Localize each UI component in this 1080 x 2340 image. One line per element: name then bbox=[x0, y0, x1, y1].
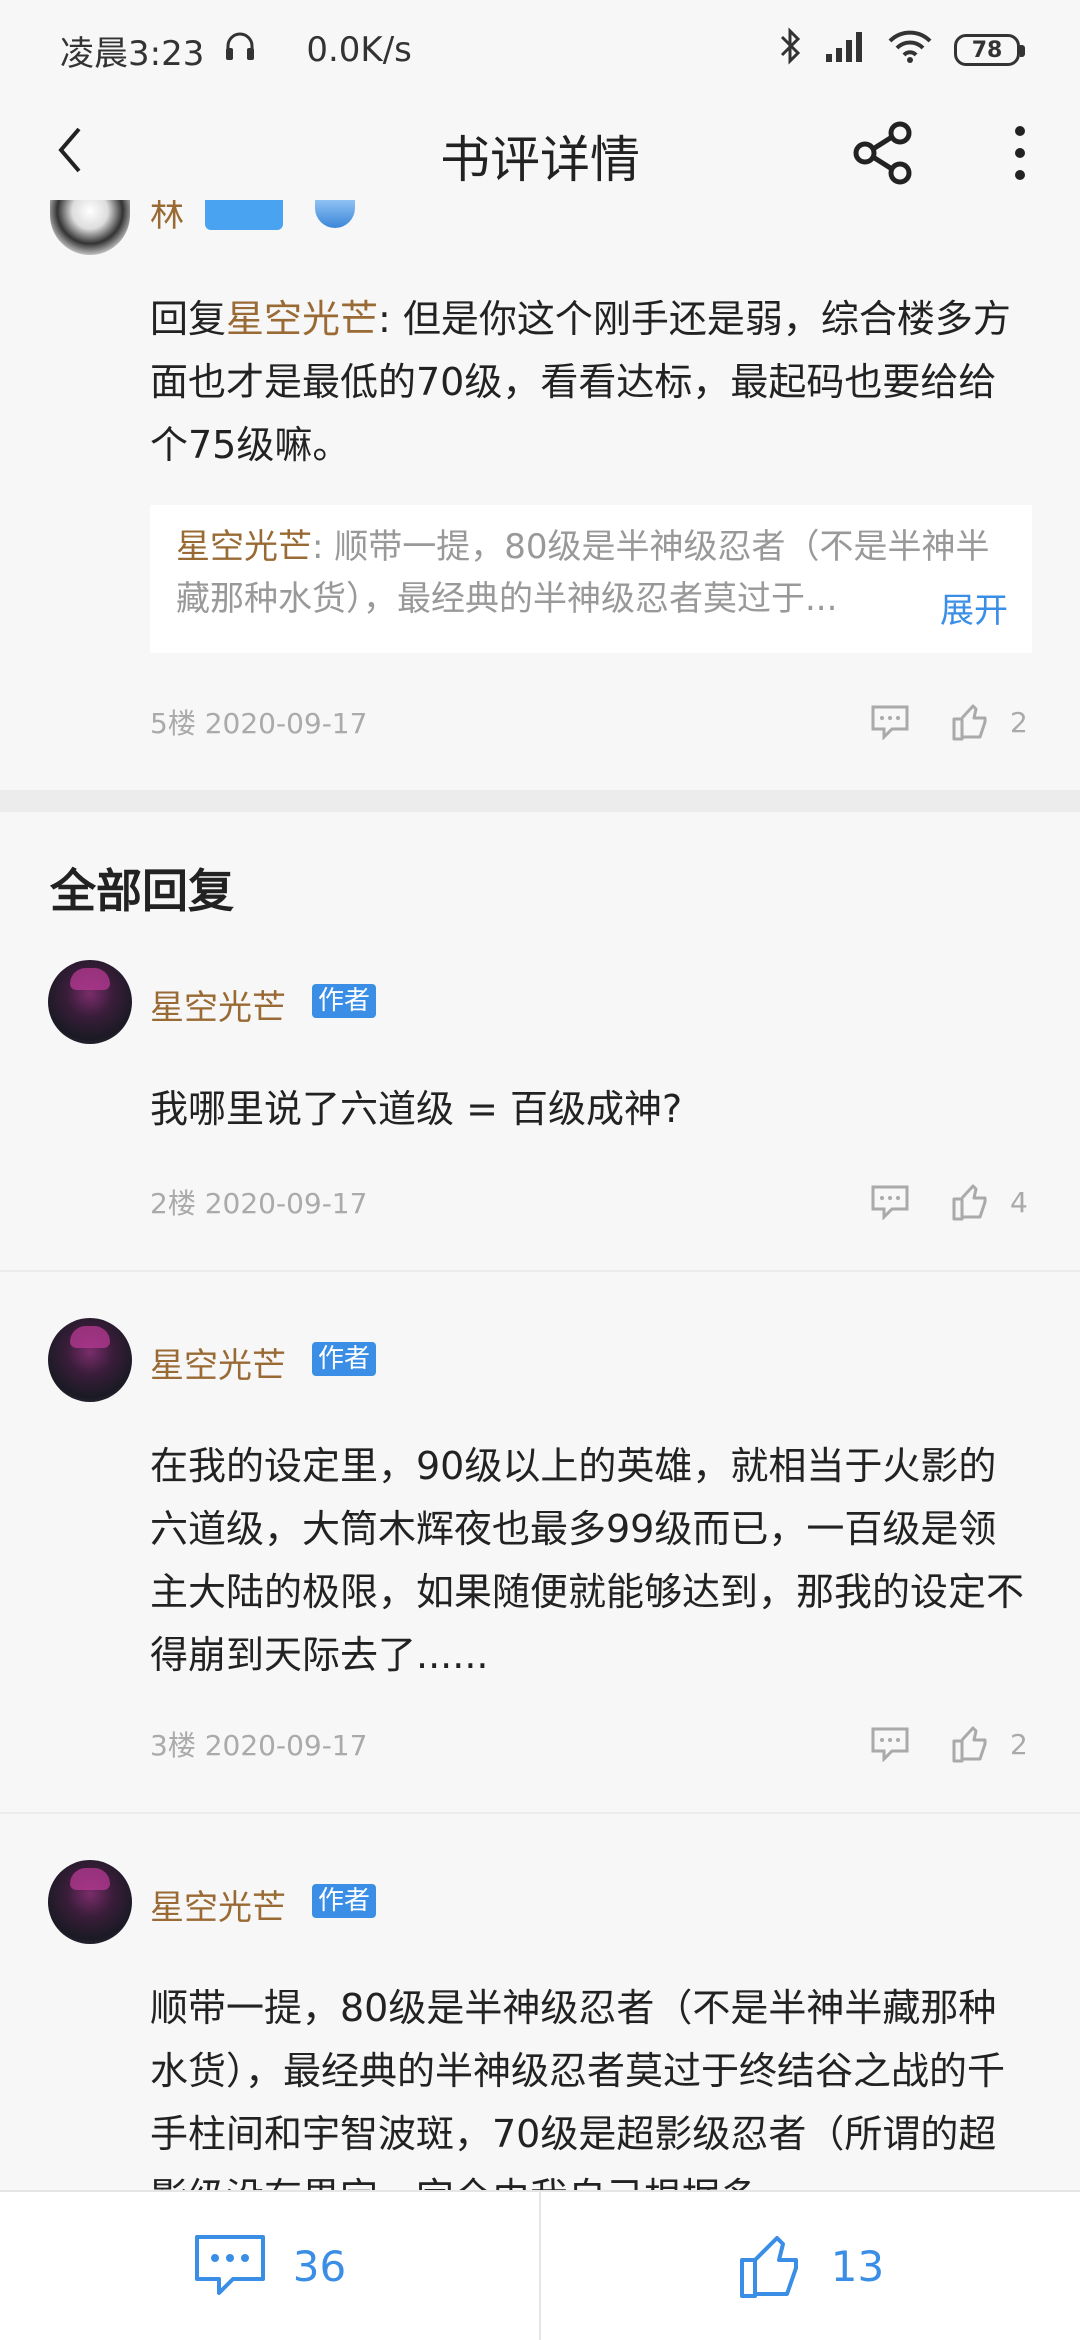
like-button[interactable] bbox=[948, 1180, 992, 1224]
expand-link[interactable]: 展开 bbox=[930, 585, 1008, 637]
divider bbox=[0, 1270, 1080, 1272]
avatar[interactable] bbox=[48, 960, 132, 1044]
floor-date: 3楼 2020-09-17 bbox=[150, 1729, 368, 1762]
avatar[interactable] bbox=[48, 1318, 132, 1402]
more-vertical-icon bbox=[1015, 126, 1025, 180]
level-badge bbox=[205, 200, 283, 230]
user-name[interactable]: 星空光芒 bbox=[150, 1338, 286, 1387]
reply-text: 回复星空光芒: 但是你这个刚手还是弱，综合楼多方面也才是最低的70级，看看达标，… bbox=[150, 288, 1030, 477]
signal-icon bbox=[824, 30, 866, 71]
user-name[interactable]: 星空光芒 bbox=[150, 1880, 286, 1929]
section-divider bbox=[0, 790, 1080, 812]
like-button[interactable] bbox=[948, 700, 992, 744]
author-badge: 作者 bbox=[312, 984, 377, 1018]
comment-icon bbox=[871, 705, 909, 740]
floor-date: 5楼 2020-09-17 bbox=[150, 707, 368, 740]
comment-icon bbox=[194, 2235, 265, 2295]
thumbs-up-icon bbox=[952, 704, 987, 741]
status-time: 凌晨3:23 bbox=[60, 33, 205, 74]
reply-button[interactable] bbox=[868, 1722, 912, 1766]
author-badge: 作者 bbox=[312, 1884, 377, 1918]
list-item: 星空光芒 作者 顺带一提，80级是半神级忍者（不是半神半藏那种水货），最经典的半… bbox=[0, 1860, 1080, 2190]
divider bbox=[0, 1812, 1080, 1814]
quote-author[interactable]: 星空光芒 bbox=[176, 527, 312, 567]
comment-text: 在我的设定里，90级以上的英雄，就相当于火影的六道级，大筒木辉夜也最多99级而已… bbox=[150, 1444, 1025, 1677]
comment-icon bbox=[871, 1185, 909, 1220]
list-item: 星空光芒 作者 在我的设定里，90级以上的英雄，就相当于火影的六道级，大筒木辉夜… bbox=[0, 1318, 1080, 1808]
like-button[interactable] bbox=[948, 1722, 992, 1766]
more-button[interactable] bbox=[990, 118, 1050, 188]
reply-meta: 5楼 2020-09-17 2 bbox=[150, 697, 1030, 747]
like-count: 4 bbox=[1010, 1185, 1028, 1219]
comment-meta: 2楼 2020-09-17 4 bbox=[150, 1177, 1030, 1227]
comment-text: 顺带一提，80级是半神级忍者（不是半神半藏那种水货），最经典的半神级忍者莫过于终… bbox=[150, 1986, 1006, 2190]
battery-icon: 78 bbox=[954, 34, 1025, 66]
quoted-reply[interactable]: 星空光芒: 顺带一提，80级是半神级忍者（不是半神半藏那种水货），最经典的半神级… bbox=[150, 505, 1032, 653]
floor-date: 2楼 2020-09-17 bbox=[150, 1187, 368, 1220]
reply-button[interactable] bbox=[868, 1180, 912, 1224]
avatar[interactable] bbox=[48, 1860, 132, 1944]
comment-button[interactable]: 36 bbox=[0, 2192, 539, 2340]
reply-actions: 2 bbox=[868, 700, 1030, 744]
status-speed: 0.0K/s bbox=[306, 30, 412, 70]
share-icon bbox=[853, 121, 912, 185]
avatar[interactable] bbox=[50, 200, 130, 255]
thumbs-up-icon bbox=[952, 1184, 987, 1221]
share-button[interactable] bbox=[850, 118, 920, 188]
comment-actions: 4 bbox=[868, 1180, 1030, 1224]
like-count: 2 bbox=[1010, 705, 1028, 739]
comment-meta: 3楼 2020-09-17 2 bbox=[150, 1719, 1030, 1769]
bottom-action-bar: 36 13 bbox=[0, 2190, 1080, 2340]
user-name[interactable]: 星空光芒 bbox=[150, 980, 286, 1029]
reply-button[interactable] bbox=[868, 700, 912, 744]
headphone-icon bbox=[222, 28, 258, 73]
like-count: 2 bbox=[1010, 1727, 1028, 1761]
book-review-detail-page: 凌晨3:23 0.0K/s 78 书评详情 林 回复星空光芒: 但是你这个刚手还… bbox=[0, 0, 1080, 2340]
like-button[interactable]: 13 bbox=[541, 2192, 1080, 2340]
thumbs-up-icon bbox=[952, 1726, 987, 1763]
status-right: 78 bbox=[778, 26, 1025, 74]
reply-prefix: 回复 bbox=[150, 297, 227, 341]
author-badge: 作者 bbox=[312, 1342, 377, 1376]
nav-bar: 书评详情 bbox=[0, 100, 1080, 200]
wifi-icon bbox=[888, 29, 932, 72]
comment-text: 我哪里说了六道级 = 百级成神? bbox=[150, 1087, 683, 1131]
vip-badge-icon bbox=[315, 200, 355, 228]
reply-target-link[interactable]: 星空光芒 bbox=[226, 297, 378, 341]
thumbs-up-icon bbox=[739, 2236, 798, 2298]
list-item: 星空光芒 作者 我哪里说了六道级 = 百级成神? 2楼 2020-09-17 4 bbox=[0, 960, 1080, 1270]
user-name[interactable]: 林 bbox=[150, 200, 184, 230]
comment-count: 36 bbox=[292, 2241, 347, 2291]
reply-card: 林 回复星空光芒: 但是你这个刚手还是弱，综合楼多方面也才是最低的70级，看看达… bbox=[0, 200, 1080, 790]
section-title: 全部回复 bbox=[50, 864, 234, 918]
like-count: 13 bbox=[830, 2241, 885, 2291]
comment-icon bbox=[871, 1727, 909, 1762]
comment-actions: 2 bbox=[868, 1722, 1030, 1766]
status-left: 凌晨3:23 0.0K/s bbox=[60, 26, 412, 75]
status-bar: 凌晨3:23 0.0K/s 78 bbox=[0, 0, 1080, 100]
bluetooth-icon bbox=[778, 26, 802, 74]
